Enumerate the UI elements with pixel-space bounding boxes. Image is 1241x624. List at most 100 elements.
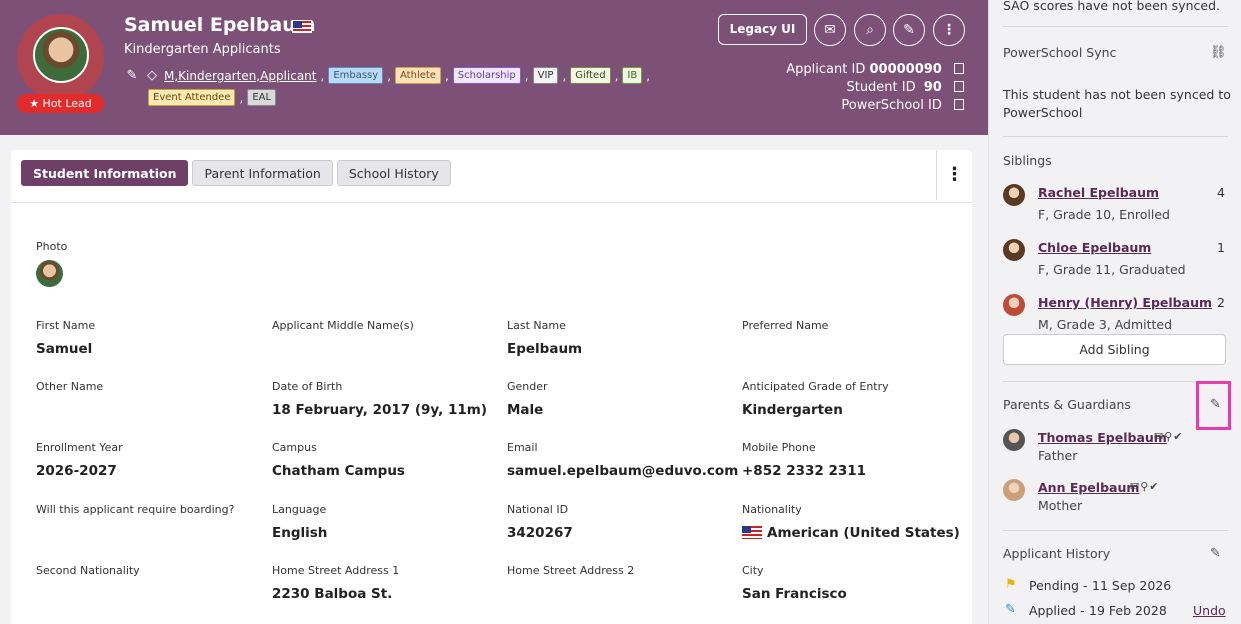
edit-parents-icon[interactable]: ✎ xyxy=(1210,397,1221,412)
tab-parent-information[interactable]: Parent Information xyxy=(192,160,333,186)
field-other-name: Other Name xyxy=(36,380,104,393)
tags-row-2: Event Attendee, EAL xyxy=(148,89,277,106)
edit-icon[interactable]: ✎ xyxy=(893,14,925,46)
field-grade-of-entry: Anticipated Grade of Entry Kindergarten xyxy=(742,380,889,418)
tag-eal: EAL xyxy=(247,89,277,106)
tags-link[interactable]: M,Kindergarten,Applicant xyxy=(164,69,316,83)
tab-student-information[interactable]: Student Information xyxy=(21,160,189,186)
history-status: Pending - xyxy=(1029,578,1088,593)
parent-contact-icons: ✉⚲✔ xyxy=(1154,430,1184,443)
legacy-ui-button[interactable]: Legacy UI xyxy=(718,14,807,45)
copy-icon[interactable] xyxy=(954,63,964,74)
sao-status-text: SAO scores have not been synced. xyxy=(1003,0,1220,13)
student-id-row: Student ID 90 xyxy=(786,79,964,97)
field-first-name: First Name Samuel xyxy=(36,319,96,357)
avatar-ring xyxy=(17,14,104,101)
undo-link[interactable]: Undo xyxy=(1193,603,1226,618)
field-campus: Campus Chatham Campus xyxy=(272,441,405,479)
tag-scholarship: Scholarship xyxy=(452,67,521,84)
field-language: Language English xyxy=(272,503,328,541)
edit-history-icon[interactable]: ✎ xyxy=(1210,546,1221,561)
email-icon[interactable]: ✉ xyxy=(814,14,846,46)
parent-contact-icons: ✉⚲✔ xyxy=(1130,480,1160,493)
history-date: 19 Feb 2028 xyxy=(1089,603,1167,618)
link-icon[interactable]: ⛓ xyxy=(1210,45,1227,60)
card-more-icon[interactable]: ⋮ xyxy=(936,150,972,200)
history-status: Applied - xyxy=(1029,603,1085,618)
student-info-card: Student Information Parent Information S… xyxy=(11,150,972,624)
right-sidebar: SAO scores have not been synced. PowerSc… xyxy=(988,0,1241,624)
parent-avatar xyxy=(1003,429,1025,451)
student-id-value: 90 xyxy=(923,80,942,95)
tag-event-attendee: Event Attendee xyxy=(148,89,236,106)
parent-relation: Father xyxy=(1038,448,1078,463)
sibling-details: M, Grade 3, Admitted xyxy=(1038,317,1173,332)
tag-ib: IB xyxy=(622,67,643,84)
sibling-name-link[interactable]: Henry (Henry) Epelbaum xyxy=(1038,295,1212,310)
parents-guardians-title: Parents & Guardians xyxy=(1003,397,1131,412)
field-mobile-phone: Mobile Phone +852 2332 2311 xyxy=(742,441,867,479)
field-middle-name: Applicant Middle Name(s) xyxy=(272,319,414,332)
tag-embassy: Embassy xyxy=(328,67,384,84)
field-address-1: Home Street Address 1 2230 Balboa St. xyxy=(272,564,400,602)
field-gender: Gender Male xyxy=(507,380,548,418)
divider xyxy=(1003,26,1228,27)
applicant-history-title: Applicant History xyxy=(1003,546,1111,561)
field-preferred-name: Preferred Name xyxy=(742,319,829,332)
tag-icon[interactable]: ◇ xyxy=(144,68,160,83)
applicant-name: Samuel Epelbaum xyxy=(124,14,316,36)
sibling-count: 1 xyxy=(1217,240,1225,255)
divider xyxy=(11,202,972,203)
powerschool-text-2: PowerSchool xyxy=(1003,105,1083,120)
field-city: City San Francisco xyxy=(742,564,847,602)
tag-vip: VIP xyxy=(532,67,559,84)
more-options-icon[interactable]: ⋮ xyxy=(933,14,965,46)
siblings-title: Siblings xyxy=(1003,153,1052,168)
sibling-details: F, Grade 11, Graduated xyxy=(1038,262,1186,277)
divider xyxy=(1003,530,1228,531)
student-photo[interactable] xyxy=(36,260,63,287)
photo-label: Photo xyxy=(36,240,68,253)
applicant-id-value: 00000090 xyxy=(869,62,942,77)
sibling-name-link[interactable]: Rachel Epelbaum xyxy=(1038,185,1159,200)
tab-bar: Student Information Parent Information S… xyxy=(21,160,451,186)
tab-school-history[interactable]: School History xyxy=(336,160,451,186)
divider xyxy=(1003,381,1228,382)
avatar[interactable] xyxy=(33,27,89,83)
sibling-count: 4 xyxy=(1217,185,1225,200)
hot-lead-badge: ★ Hot Lead xyxy=(17,94,104,113)
history-date: 11 Sep 2026 xyxy=(1092,578,1172,593)
applicant-header: ★ Hot Lead Samuel Epelbaum Kindergarten … xyxy=(0,0,988,135)
applicant-subtitle: Kindergarten Applicants xyxy=(124,42,281,57)
pencil-icon[interactable]: ✎ xyxy=(124,68,140,83)
powerschool-text: This student has not been synced to xyxy=(1003,87,1231,102)
field-enrollment-year: Enrollment Year 2026-2027 xyxy=(36,441,123,479)
add-sibling-button[interactable]: Add Sibling xyxy=(1003,334,1226,365)
tag-gifted: Gifted xyxy=(570,67,611,84)
sibling-avatar xyxy=(1003,294,1025,316)
applicant-id-row: Applicant ID 00000090 xyxy=(786,61,964,79)
sibling-avatar xyxy=(1003,184,1025,206)
field-national-id: National ID 3420267 xyxy=(507,503,573,541)
copy-icon[interactable] xyxy=(954,99,964,110)
sibling-details: F, Grade 10, Enrolled xyxy=(1038,207,1170,222)
tags-row: ✎ ◇ M,Kindergarten,Applicant, Embassy, A… xyxy=(124,67,650,84)
field-second-nationality: Second Nationality xyxy=(36,564,140,577)
parent-avatar xyxy=(1003,479,1025,501)
search-document-icon[interactable]: ⌕ xyxy=(854,14,886,46)
copy-icon[interactable] xyxy=(954,81,964,92)
sibling-count: 2 xyxy=(1217,295,1225,310)
field-nationality: Nationality American (United States) xyxy=(742,503,960,541)
field-boarding: Will this applicant require boarding? xyxy=(36,503,235,516)
sibling-name-link[interactable]: Chloe Epelbaum xyxy=(1038,240,1151,255)
field-address-2: Home Street Address 2 xyxy=(507,564,635,577)
us-flag-icon xyxy=(742,526,762,539)
field-date-of-birth: Date of Birth 18 February, 2017 (9y, 11m) xyxy=(272,380,488,418)
divider xyxy=(1003,136,1228,137)
id-list: Applicant ID 00000090 Student ID 90 Powe… xyxy=(786,61,964,115)
powerschool-sync-title: PowerSchool Sync xyxy=(1003,45,1117,60)
powerschool-id-row: PowerSchool ID xyxy=(786,97,964,115)
flag-icon: ⚑ xyxy=(1005,577,1017,592)
parent-name-link[interactable]: Thomas Epelbaum xyxy=(1038,430,1167,445)
parent-name-link[interactable]: Ann Epelbaum xyxy=(1038,480,1139,495)
